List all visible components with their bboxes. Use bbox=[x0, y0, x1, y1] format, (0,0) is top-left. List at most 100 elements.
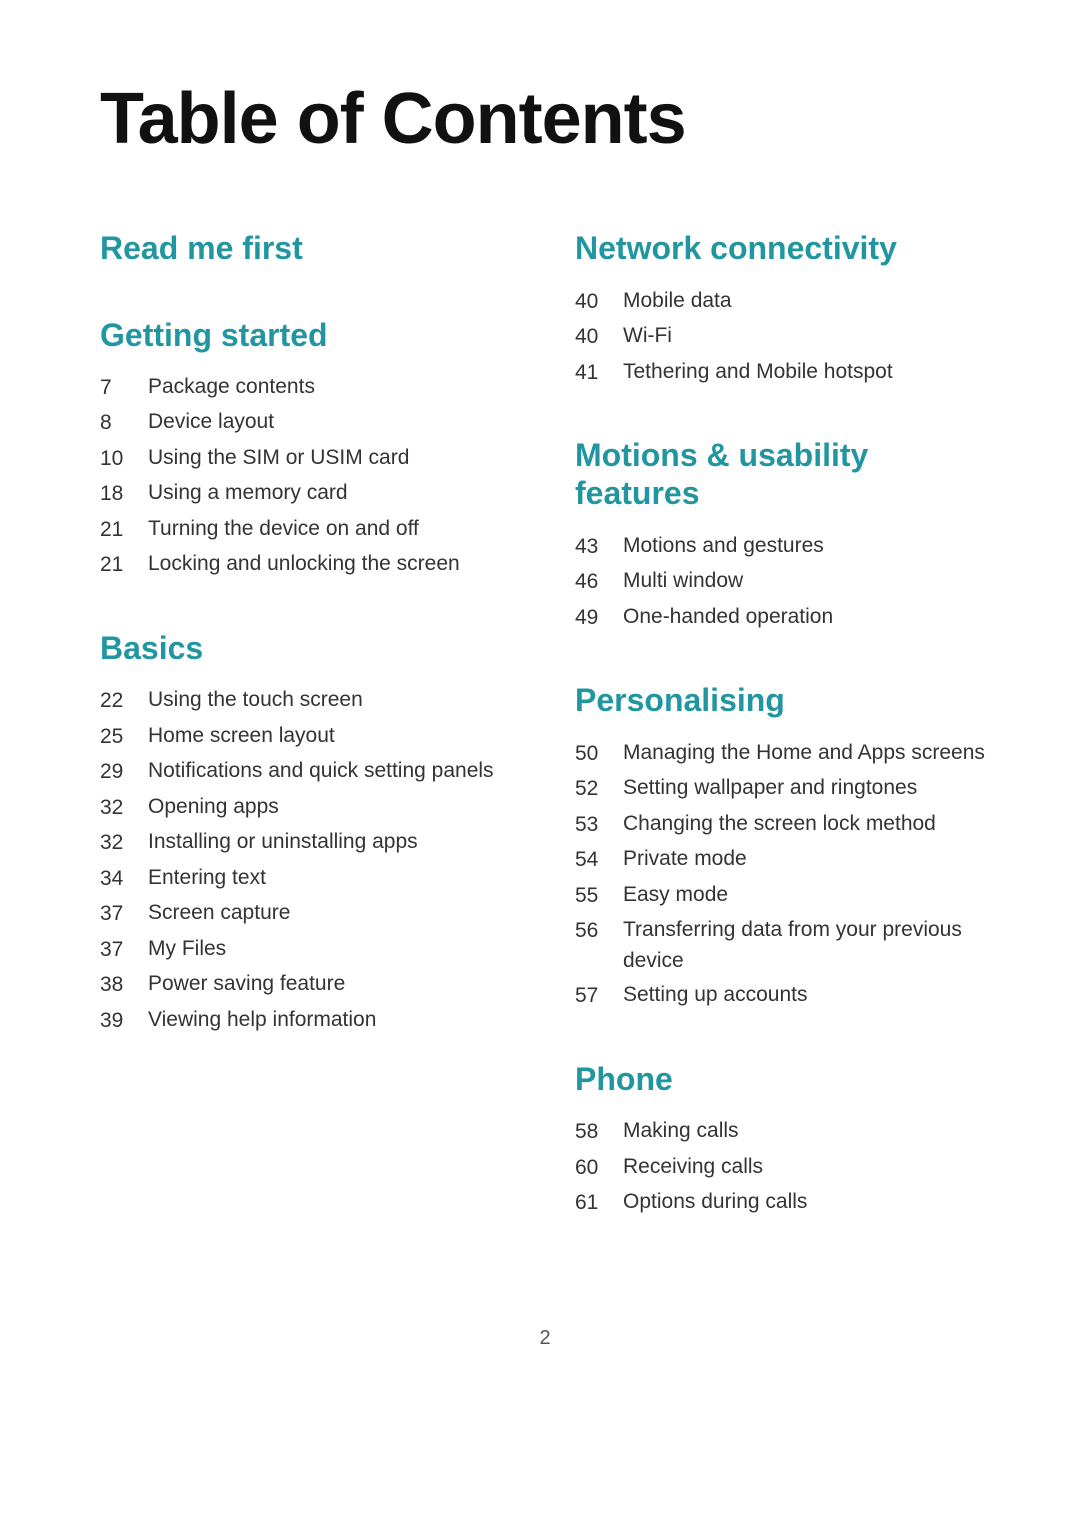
list-item: 43 Motions and gestures bbox=[575, 531, 990, 563]
toc-num: 25 bbox=[100, 721, 148, 753]
toc-num: 8 bbox=[100, 407, 148, 439]
list-item: 10 Using the SIM or USIM card bbox=[100, 443, 515, 475]
toc-num: 37 bbox=[100, 898, 148, 930]
section-getting-started: Getting started 7 Package contents 8 Dev… bbox=[100, 316, 515, 581]
page-title: Table of Contents bbox=[100, 80, 990, 159]
toc-num: 54 bbox=[575, 844, 623, 876]
toc-num: 60 bbox=[575, 1152, 623, 1184]
list-item: 53 Changing the screen lock method bbox=[575, 809, 990, 841]
toc-text: Entering text bbox=[148, 863, 266, 893]
toc-text: Managing the Home and Apps screens bbox=[623, 738, 985, 768]
toc-text: Locking and unlocking the screen bbox=[148, 549, 460, 579]
toc-text: Transferring data from your previous dev… bbox=[623, 915, 990, 976]
section-title-network-connectivity: Network connectivity bbox=[575, 229, 990, 267]
toc-num: 21 bbox=[100, 514, 148, 546]
toc-num: 29 bbox=[100, 756, 148, 788]
toc-text: Notifications and quick setting panels bbox=[148, 756, 494, 786]
toc-text: Mobile data bbox=[623, 286, 732, 316]
toc-num: 40 bbox=[575, 286, 623, 318]
left-column: Read me first Getting started 7 Package … bbox=[100, 229, 515, 1266]
phone-list: 58 Making calls 60 Receiving calls 61 Op… bbox=[575, 1116, 990, 1219]
toc-num: 50 bbox=[575, 738, 623, 770]
toc-num: 56 bbox=[575, 915, 623, 947]
toc-text: Options during calls bbox=[623, 1187, 807, 1217]
personalising-list: 50 Managing the Home and Apps screens 52… bbox=[575, 738, 990, 1012]
toc-text: Changing the screen lock method bbox=[623, 809, 936, 839]
list-item: 40 Mobile data bbox=[575, 286, 990, 318]
section-basics: Basics 22 Using the touch screen 25 Home… bbox=[100, 629, 515, 1036]
toc-text: Making calls bbox=[623, 1116, 739, 1146]
toc-num: 10 bbox=[100, 443, 148, 475]
list-item: 32 Opening apps bbox=[100, 792, 515, 824]
toc-text: Turning the device on and off bbox=[148, 514, 419, 544]
section-read-me-first: Read me first bbox=[100, 229, 515, 267]
toc-text: Package contents bbox=[148, 372, 315, 402]
basics-list: 22 Using the touch screen 25 Home screen… bbox=[100, 685, 515, 1036]
list-item: 55 Easy mode bbox=[575, 880, 990, 912]
list-item: 50 Managing the Home and Apps screens bbox=[575, 738, 990, 770]
toc-num: 37 bbox=[100, 934, 148, 966]
toc-text: Installing or uninstalling apps bbox=[148, 827, 418, 857]
section-title-getting-started: Getting started bbox=[100, 316, 515, 354]
list-item: 46 Multi window bbox=[575, 566, 990, 598]
toc-num: 18 bbox=[100, 478, 148, 510]
toc-columns: Read me first Getting started 7 Package … bbox=[100, 229, 990, 1266]
section-phone: Phone 58 Making calls 60 Receiving calls… bbox=[575, 1060, 990, 1219]
toc-text: Private mode bbox=[623, 844, 747, 874]
list-item: 22 Using the touch screen bbox=[100, 685, 515, 717]
toc-num: 58 bbox=[575, 1116, 623, 1148]
toc-text: Setting wallpaper and ringtones bbox=[623, 773, 917, 803]
list-item: 25 Home screen layout bbox=[100, 721, 515, 753]
section-personalising: Personalising 50 Managing the Home and A… bbox=[575, 681, 990, 1011]
toc-num: 41 bbox=[575, 357, 623, 389]
list-item: 32 Installing or uninstalling apps bbox=[100, 827, 515, 859]
section-title-personalising: Personalising bbox=[575, 681, 990, 719]
list-item: 18 Using a memory card bbox=[100, 478, 515, 510]
toc-num: 32 bbox=[100, 792, 148, 824]
list-item: 39 Viewing help information bbox=[100, 1005, 515, 1037]
list-item: 38 Power saving feature bbox=[100, 969, 515, 1001]
toc-num: 57 bbox=[575, 980, 623, 1012]
toc-text: Receiving calls bbox=[623, 1152, 763, 1182]
toc-num: 61 bbox=[575, 1187, 623, 1219]
getting-started-list: 7 Package contents 8 Device layout 10 Us… bbox=[100, 372, 515, 581]
list-item: 34 Entering text bbox=[100, 863, 515, 895]
page-number: 2 bbox=[100, 1327, 990, 1350]
toc-text: Using the SIM or USIM card bbox=[148, 443, 409, 473]
toc-text: One-handed operation bbox=[623, 602, 833, 632]
motions-list: 43 Motions and gestures 46 Multi window … bbox=[575, 531, 990, 634]
toc-text: My Files bbox=[148, 934, 226, 964]
toc-text: Easy mode bbox=[623, 880, 728, 910]
list-item: 57 Setting up accounts bbox=[575, 980, 990, 1012]
list-item: 21 Locking and unlocking the screen bbox=[100, 549, 515, 581]
toc-num: 49 bbox=[575, 602, 623, 634]
list-item: 40 Wi-Fi bbox=[575, 321, 990, 353]
section-motions-usability: Motions & usability features 43 Motions … bbox=[575, 436, 990, 633]
section-title-motions-usability: Motions & usability features bbox=[575, 436, 990, 513]
toc-num: 34 bbox=[100, 863, 148, 895]
right-column: Network connectivity 40 Mobile data 40 W… bbox=[575, 229, 990, 1266]
toc-num: 40 bbox=[575, 321, 623, 353]
toc-num: 52 bbox=[575, 773, 623, 805]
toc-text: Setting up accounts bbox=[623, 980, 807, 1010]
section-title-basics: Basics bbox=[100, 629, 515, 667]
toc-text: Using the touch screen bbox=[148, 685, 363, 715]
section-title-read-me-first: Read me first bbox=[100, 229, 515, 267]
toc-text: Home screen layout bbox=[148, 721, 335, 751]
toc-text: Multi window bbox=[623, 566, 743, 596]
list-item: 58 Making calls bbox=[575, 1116, 990, 1148]
toc-num: 38 bbox=[100, 969, 148, 1001]
list-item: 56 Transferring data from your previous … bbox=[575, 915, 990, 976]
toc-text: Wi-Fi bbox=[623, 321, 672, 351]
list-item: 52 Setting wallpaper and ringtones bbox=[575, 773, 990, 805]
list-item: 8 Device layout bbox=[100, 407, 515, 439]
list-item: 37 Screen capture bbox=[100, 898, 515, 930]
list-item: 60 Receiving calls bbox=[575, 1152, 990, 1184]
toc-text: Power saving feature bbox=[148, 969, 345, 999]
toc-num: 7 bbox=[100, 372, 148, 404]
toc-text: Device layout bbox=[148, 407, 274, 437]
toc-num: 22 bbox=[100, 685, 148, 717]
section-title-phone: Phone bbox=[575, 1060, 990, 1098]
toc-text: Viewing help information bbox=[148, 1005, 376, 1035]
list-item: 61 Options during calls bbox=[575, 1187, 990, 1219]
